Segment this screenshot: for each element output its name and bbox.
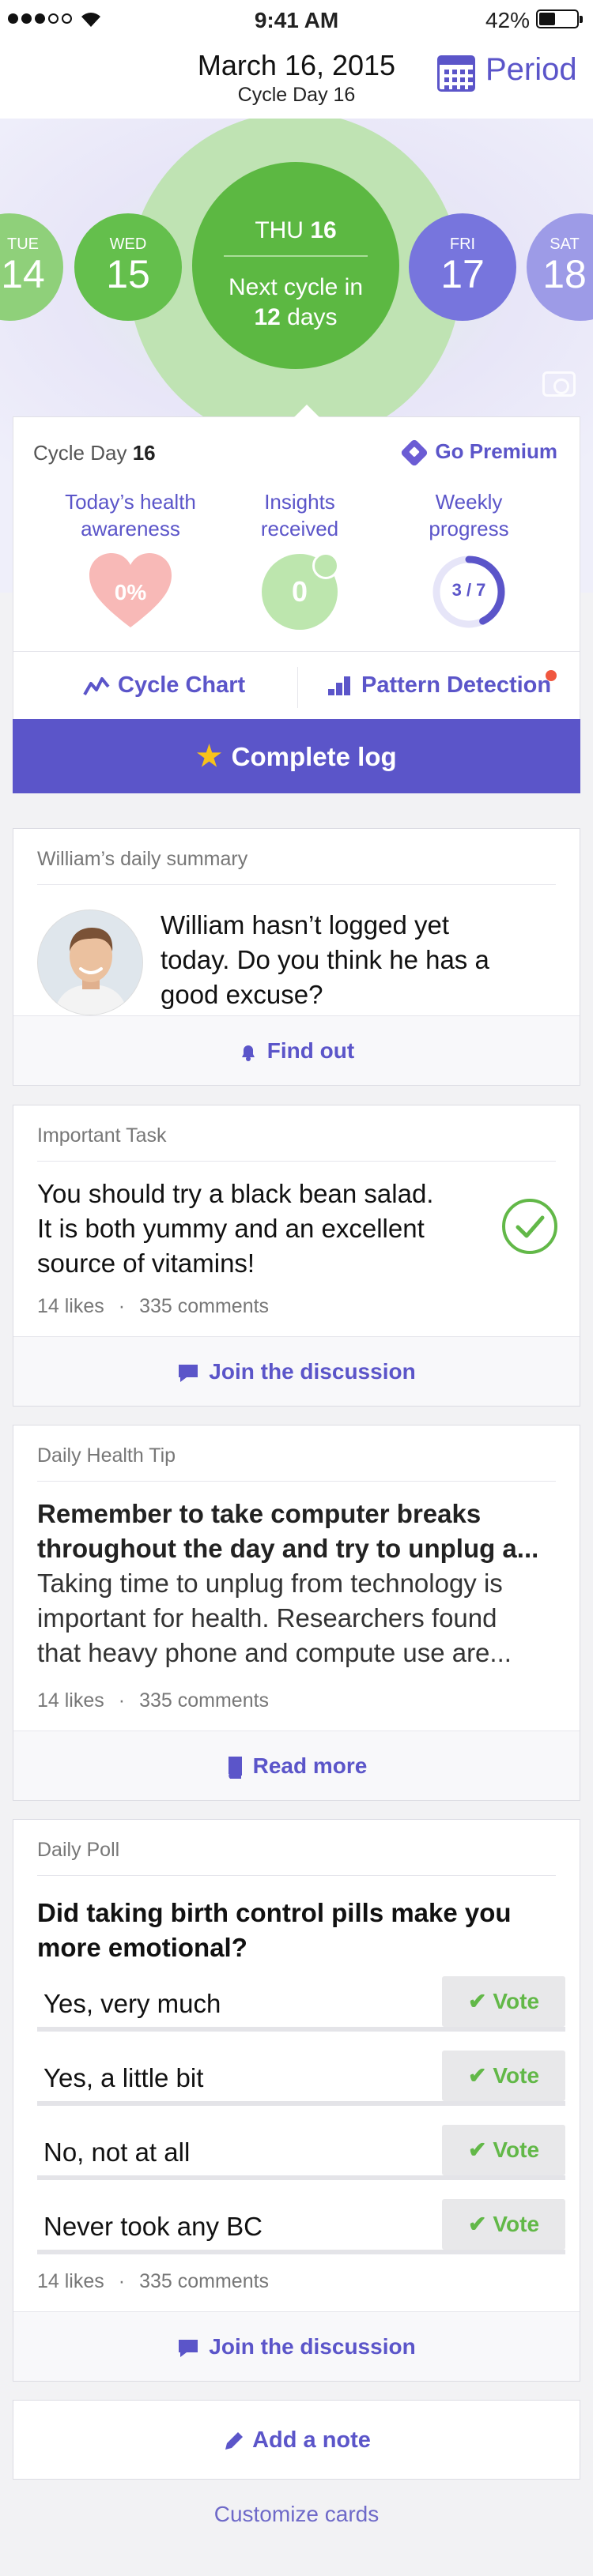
poll-option: Yes, a little bit ✔ Vote bbox=[37, 2051, 565, 2106]
poll-option: No, not at all ✔ Vote bbox=[37, 2125, 565, 2180]
engagement-stats: 14 likes · 335 comments bbox=[37, 1295, 270, 1317]
poll-question: Did taking birth control pills make you … bbox=[37, 1898, 512, 1962]
check-icon: ✔ bbox=[467, 2212, 487, 2236]
comment-icon bbox=[179, 1364, 198, 1382]
book-icon bbox=[228, 1756, 242, 1779]
card-title: Important Task bbox=[37, 1124, 167, 1147]
weekly-progress-ring[interactable]: 3 / 7 bbox=[431, 554, 507, 630]
add-note-button[interactable]: Add a note bbox=[13, 2400, 580, 2480]
summary-text: William hasn’t logged yet today. Do you … bbox=[161, 910, 489, 1009]
app-header: March 16, 2015 Cycle Day 16 Period bbox=[0, 40, 593, 119]
go-premium-link[interactable]: Go Premium bbox=[400, 439, 557, 468]
day-15[interactable]: WED 15 bbox=[74, 213, 182, 321]
card-title: Daily Health Tip bbox=[37, 1444, 176, 1467]
status-bar: 9:41 AM 42% bbox=[0, 0, 593, 40]
day-18[interactable]: SAT 18 bbox=[527, 213, 593, 321]
comment-icon bbox=[179, 2339, 198, 2357]
poll-option: Never took any BC ✔ Vote bbox=[37, 2199, 565, 2254]
comments-count[interactable]: 335 comments bbox=[139, 1689, 269, 1712]
crown-icon bbox=[400, 439, 429, 468]
vote-button[interactable]: ✔ Vote bbox=[442, 2199, 565, 2250]
next-cycle-unit: days bbox=[287, 304, 338, 330]
cycle-summary-card: Cycle Day 16 Go Premium Today’s health a… bbox=[13, 405, 580, 793]
today-num: 16 bbox=[310, 217, 337, 243]
check-icon: ✔ bbox=[467, 1989, 487, 2013]
task-text: You should try a black bean salad. It is… bbox=[37, 1179, 434, 1278]
next-cycle-prefix: Next cycle in bbox=[228, 274, 364, 300]
day-14[interactable]: TUE 14 bbox=[0, 213, 63, 321]
complete-log-button[interactable]: ★ Complete log bbox=[13, 719, 580, 793]
tip-body: Taking time to unplug from technology is… bbox=[37, 1569, 512, 1667]
progress-value: 3 / 7 bbox=[451, 580, 486, 600]
battery-icon bbox=[536, 9, 583, 28]
insights-value: 0 bbox=[291, 575, 308, 608]
daily-health-tip-card: Daily Health Tip Remember to take comput… bbox=[13, 1425, 580, 1801]
cycle-day-label: Cycle Day 16 bbox=[33, 441, 156, 465]
chart-icon bbox=[83, 677, 110, 696]
comments-count[interactable]: 335 comments bbox=[139, 1295, 269, 1317]
vote-button[interactable]: ✔ Vote bbox=[442, 2125, 565, 2175]
daily-poll-card: Daily Poll Did taking birth control pill… bbox=[13, 1819, 580, 2382]
vote-button[interactable]: ✔ Vote bbox=[442, 1976, 565, 2027]
read-more-button[interactable]: Read more bbox=[13, 1731, 580, 1800]
next-cycle-count: 12 bbox=[254, 304, 281, 330]
likes-count[interactable]: 14 likes bbox=[37, 2270, 104, 2292]
notification-dot bbox=[546, 670, 557, 681]
camera-icon[interactable] bbox=[542, 371, 576, 397]
calendar-icon[interactable] bbox=[437, 55, 475, 92]
likes-count[interactable]: 14 likes bbox=[37, 1689, 104, 1712]
card-title: William’s daily summary bbox=[37, 848, 248, 870]
poll-option: Yes, very much ✔ Vote bbox=[37, 1976, 565, 2032]
today-divider bbox=[224, 255, 368, 257]
awareness-heart-icon[interactable]: 0% bbox=[88, 552, 173, 631]
cycle-chart-button[interactable]: Cycle Chart bbox=[83, 672, 245, 699]
today-circle[interactable]: THU 16 Next cycle in 12 days bbox=[192, 162, 399, 369]
find-out-button[interactable]: Find out bbox=[13, 1015, 580, 1085]
check-circle-icon[interactable] bbox=[502, 1199, 557, 1254]
engagement-stats: 14 likes · 335 comments bbox=[37, 2270, 270, 2292]
card-title: Daily Poll bbox=[37, 1839, 120, 1861]
engagement-stats: 14 likes · 335 comments bbox=[37, 1689, 270, 1712]
important-task-card: Important Task You should try a black be… bbox=[13, 1105, 580, 1407]
vote-button[interactable]: ✔ Vote bbox=[442, 2051, 565, 2101]
join-discussion-button[interactable]: Join the discussion bbox=[13, 1336, 580, 1406]
bell-icon bbox=[241, 1045, 255, 1061]
period-button[interactable]: Period bbox=[485, 52, 577, 88]
metric-insights-label: Insights received bbox=[260, 490, 339, 540]
check-icon: ✔ bbox=[467, 2137, 487, 2162]
customize-cards-link[interactable]: Customize cards bbox=[0, 2502, 593, 2527]
pattern-icon bbox=[328, 676, 350, 696]
tip-heading-line-2: throughout the day and try to unplug a..… bbox=[37, 1534, 539, 1563]
tip-heading-line-1: Remember to take computer breaks bbox=[37, 1499, 482, 1528]
today-dow: THU bbox=[255, 217, 304, 243]
insight-heart-badge bbox=[312, 552, 339, 579]
day-17[interactable]: FRI 17 bbox=[409, 213, 516, 321]
daily-summary-card: William’s daily summary William hasn’t l… bbox=[13, 828, 580, 1086]
join-discussion-button[interactable]: Join the discussion bbox=[13, 2311, 580, 2381]
avatar[interactable] bbox=[37, 910, 143, 1015]
likes-count[interactable]: 14 likes bbox=[37, 1295, 104, 1317]
comments-count[interactable]: 335 comments bbox=[139, 2270, 269, 2292]
pattern-detection-button[interactable]: Pattern Detection bbox=[328, 672, 551, 699]
card-pointer bbox=[293, 405, 320, 418]
metric-awareness-label: Today’s health awareness bbox=[65, 490, 196, 540]
metric-progress-label: Weekly progress bbox=[429, 490, 509, 540]
check-icon: ✔ bbox=[467, 2063, 487, 2088]
star-icon: ★ bbox=[196, 740, 222, 772]
battery-percent: 42% bbox=[485, 8, 530, 32]
insights-bubble-icon[interactable]: 0 bbox=[262, 552, 339, 630]
awareness-value: 0% bbox=[114, 580, 147, 604]
pencil-icon bbox=[225, 2432, 244, 2450]
